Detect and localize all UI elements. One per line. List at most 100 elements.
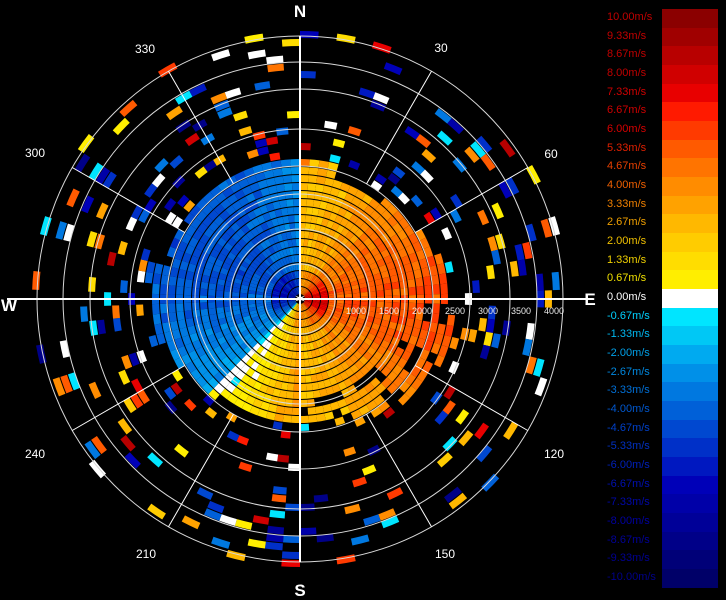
bearing-label-240: 240 xyxy=(25,447,45,461)
velocity-bin xyxy=(306,199,314,207)
velocity-bin xyxy=(282,414,292,423)
velocity-bin xyxy=(436,323,446,335)
velocity-bin xyxy=(288,215,295,223)
velocity-bin xyxy=(265,136,279,146)
velocity-bin xyxy=(176,286,184,295)
velocity-bin xyxy=(479,344,491,360)
colorbar-label: 7.33m/s xyxy=(607,85,647,98)
velocity-bin xyxy=(316,176,326,185)
velocity-bin xyxy=(234,519,253,530)
colorbar-cell xyxy=(662,46,718,66)
compass-west-label: W xyxy=(1,296,18,315)
velocity-bin xyxy=(164,400,178,415)
velocity-bin xyxy=(288,463,300,471)
colorbar-label: -8.67m/s xyxy=(607,533,650,546)
velocity-bin xyxy=(263,169,275,179)
velocity-bin xyxy=(66,188,80,208)
velocity-bin xyxy=(118,369,131,385)
bearing-label-330: 330 xyxy=(135,42,155,56)
velocity-bin xyxy=(348,159,361,171)
velocity-bin xyxy=(120,435,136,452)
velocity-bin xyxy=(77,134,95,154)
colorbar-label: 4.67m/s xyxy=(607,160,647,173)
velocity-bin xyxy=(436,263,446,275)
velocity-bin xyxy=(152,303,160,315)
velocity-bin xyxy=(300,71,316,79)
range-label-4000: 4000 xyxy=(544,306,564,316)
colorbar-cell xyxy=(662,438,718,458)
velocity-bin xyxy=(423,276,432,286)
velocity-bin xyxy=(171,369,184,382)
velocity-bin xyxy=(112,305,120,319)
velocity-bin xyxy=(300,183,309,191)
velocity-bin xyxy=(300,143,311,151)
velocity-bin xyxy=(200,281,209,290)
velocity-bin xyxy=(343,446,357,457)
velocity-bin xyxy=(184,278,193,288)
velocity-bin xyxy=(344,503,361,515)
velocity-bin xyxy=(325,169,337,179)
compass-south-label: S xyxy=(294,581,305,600)
velocity-bin xyxy=(170,267,179,278)
velocity-bin xyxy=(277,454,290,463)
velocity-bin xyxy=(421,320,430,331)
velocity-bin xyxy=(274,413,284,422)
velocity-bin xyxy=(300,199,307,207)
velocity-bin xyxy=(154,158,169,173)
colorbar-cell xyxy=(662,27,718,47)
colorbar-cell xyxy=(662,83,718,103)
velocity-bin xyxy=(152,313,162,325)
velocity-bin xyxy=(208,301,216,309)
velocity-bin xyxy=(347,125,362,137)
velocity-bin xyxy=(285,503,300,511)
colorbar-label: -0.67m/s xyxy=(607,309,650,322)
colorbar-cell xyxy=(662,494,718,514)
velocity-bin xyxy=(176,311,185,321)
velocity-bin xyxy=(274,176,284,185)
velocity-bin xyxy=(144,271,154,284)
velocity-bin xyxy=(305,383,313,391)
velocity-bin xyxy=(286,391,294,399)
velocity-bin xyxy=(136,304,144,317)
velocity-bin xyxy=(154,323,164,335)
velocity-bin xyxy=(247,49,266,60)
velocity-bin xyxy=(315,184,325,193)
velocity-bin xyxy=(436,130,453,146)
velocity-bin xyxy=(300,31,319,39)
velocity-bin xyxy=(275,184,285,193)
bearing-label-120: 120 xyxy=(544,447,564,461)
colorbar-label: 8.67m/s xyxy=(607,48,647,61)
velocity-bin xyxy=(281,167,292,176)
velocity-bin xyxy=(300,175,309,183)
velocity-bin xyxy=(376,290,384,297)
velocity-bin xyxy=(152,273,162,285)
velocity-bin xyxy=(441,335,452,348)
velocity-bin xyxy=(517,259,527,276)
colorbar-label: -9.33m/s xyxy=(607,552,650,565)
velocity-bin xyxy=(291,415,300,423)
colorbar-label: -2.67m/s xyxy=(607,365,650,378)
velocity-bin xyxy=(300,415,309,423)
velocity-bin xyxy=(164,198,177,212)
velocity-bin xyxy=(293,199,300,207)
colorbar-cell xyxy=(662,569,718,589)
colorbar-label: 8.00m/s xyxy=(607,67,647,79)
velocity-bin xyxy=(208,289,216,297)
velocity-bin xyxy=(361,464,377,476)
velocity-bin xyxy=(486,264,495,280)
velocity-bin xyxy=(440,283,448,295)
range-label-1500: 1500 xyxy=(379,306,399,316)
compass-north-label: N xyxy=(294,2,306,21)
colorbar-cell xyxy=(662,177,718,197)
velocity-bin xyxy=(176,277,185,287)
velocity-bin xyxy=(332,138,346,149)
velocity-bin xyxy=(267,63,285,73)
velocity-bin xyxy=(434,333,444,345)
velocity-bin xyxy=(74,153,91,173)
velocity-bin xyxy=(147,503,166,520)
velocity-bin xyxy=(254,81,271,91)
velocity-bin xyxy=(276,127,289,136)
velocity-bin xyxy=(32,270,41,290)
velocity-bin xyxy=(184,286,192,296)
polar-plot: ✶ N S E W 30 60 120 150 210 240 300 330 1000 1500 2000… xyxy=(1,2,596,600)
